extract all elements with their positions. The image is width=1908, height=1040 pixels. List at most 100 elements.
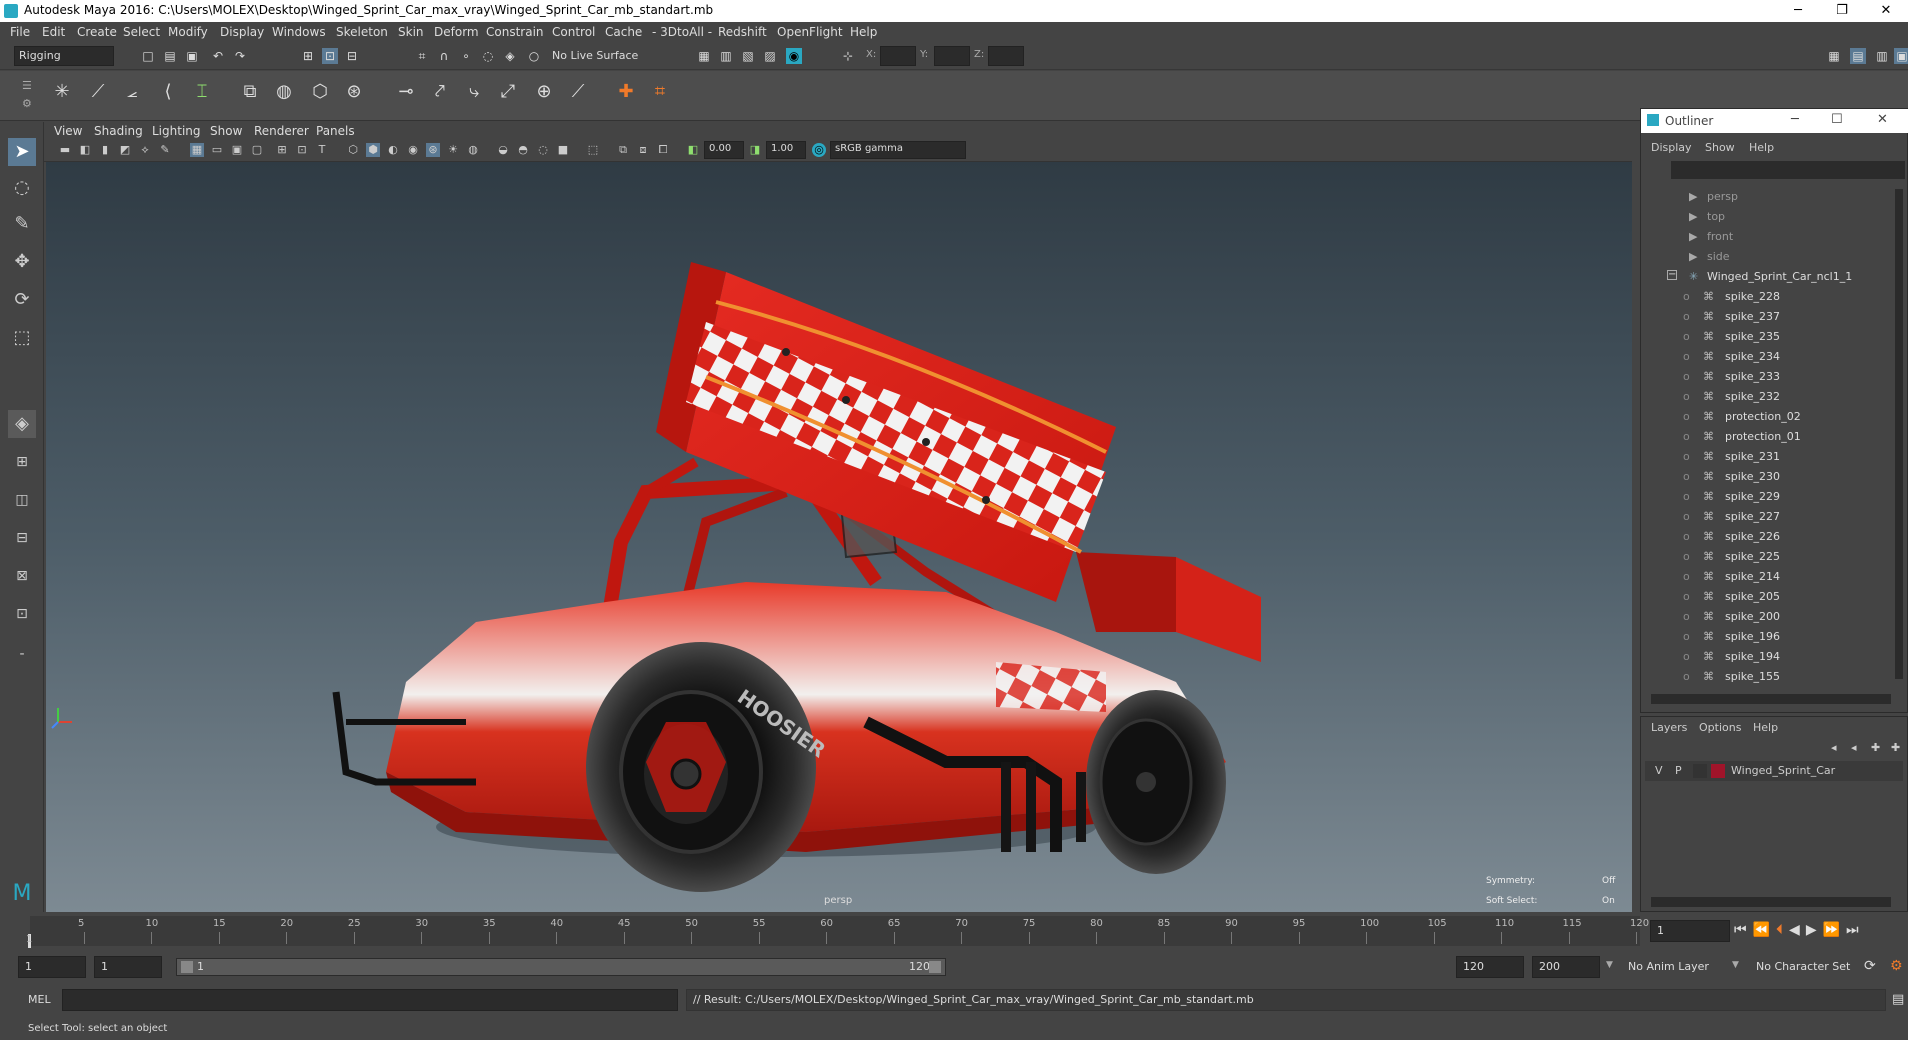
exposure-icon[interactable]: ◧ <box>686 143 700 157</box>
step-back-icon[interactable]: ⏪ <box>1753 922 1776 938</box>
outliner-item[interactable]: o ⌘ spike_230 <box>1641 467 1891 487</box>
shadows-icon[interactable]: ☀ <box>446 143 460 157</box>
select-object-icon[interactable]: ⊡ <box>322 48 338 64</box>
point-constraint-icon[interactable]: ⊸ <box>392 78 420 106</box>
grease-pencil-icon[interactable]: ✎ <box>158 143 172 157</box>
vp-menu-view[interactable]: View <box>54 124 82 138</box>
menu-deform[interactable]: Deform <box>434 25 479 39</box>
shelf-settings-icon[interactable]: ⚙ <box>22 97 32 110</box>
outliner-scrollbar[interactable] <box>1895 189 1903 679</box>
xray-active-icon[interactable]: ⧈ <box>636 143 650 157</box>
outliner-item[interactable]: o ⌘ spike_231 <box>1641 447 1891 467</box>
outliner-item[interactable]: o ⌘ spike_225 <box>1641 547 1891 567</box>
parent-constraint-icon[interactable]: ⊕ <box>530 78 558 106</box>
layer-type-toggle[interactable] <box>1693 764 1707 778</box>
z-field[interactable] <box>988 46 1024 66</box>
x-field[interactable] <box>880 46 916 66</box>
xray-icon[interactable]: ■ <box>556 143 570 157</box>
go-to-end-icon[interactable]: ⏭ <box>1846 922 1865 938</box>
outliner-item[interactable]: o ⌘ spike_233 <box>1641 367 1891 387</box>
menu-create[interactable]: Create <box>77 25 117 39</box>
select-hierarchy-icon[interactable]: ⊞ <box>300 48 316 64</box>
more-layouts-icon[interactable]: - <box>8 640 36 668</box>
ipr-render-icon[interactable]: ▥ <box>718 48 734 64</box>
twod-pan-icon[interactable]: ⟡ <box>138 143 152 157</box>
outliner-item[interactable]: o ⌘ spike_214 <box>1641 567 1891 587</box>
backface-icon[interactable]: ⧠ <box>656 143 670 157</box>
mode-dropdown[interactable]: Rigging <box>14 46 114 66</box>
outliner-menu-help[interactable]: Help <box>1749 141 1774 154</box>
range-slider[interactable]: 1 120 <box>176 958 946 976</box>
vp-menu-shading[interactable]: Shading <box>94 124 143 138</box>
paint-weights-icon[interactable]: ◍ <box>270 78 298 106</box>
playback-end-field[interactable]: 120 <box>1456 956 1524 978</box>
collapse-toggle-icon[interactable]: − <box>1667 270 1677 280</box>
new-layer-icon[interactable]: ✚ <box>1871 741 1880 754</box>
menu-modify[interactable]: Modify <box>168 25 208 39</box>
menu-skeleton[interactable]: Skeleton <box>336 25 388 39</box>
play-back-icon[interactable]: ◀ <box>1789 922 1806 938</box>
menu-file[interactable]: File <box>10 25 30 39</box>
vp-menu-lighting[interactable]: Lighting <box>152 124 201 138</box>
ik-fk-icon[interactable]: ⌗ <box>646 78 674 106</box>
tool-settings-icon[interactable]: ▥ <box>1874 48 1890 64</box>
layers-menu-layers[interactable]: Layers <box>1651 721 1687 734</box>
outliner-item[interactable]: o ⌘ spike_237 <box>1641 307 1891 327</box>
script-editor-icon[interactable]: ▤ <box>1892 992 1904 1007</box>
layer-row[interactable]: V P Winged_Sprint_Car <box>1645 761 1903 781</box>
menu-constrain[interactable]: Constrain <box>486 25 544 39</box>
select-tool-icon[interactable]: ➤ <box>8 138 36 166</box>
playback-start-field[interactable]: 1 <box>94 956 162 978</box>
wireframe-on-shaded-icon[interactable]: ◐ <box>386 143 400 157</box>
layer-playback-toggle[interactable]: P <box>1675 764 1682 777</box>
wireframe-icon[interactable]: ⬡ <box>346 143 360 157</box>
grid-icon[interactable]: ▦ <box>190 143 204 157</box>
render-frame-icon[interactable]: ▦ <box>696 48 712 64</box>
menu-openflight[interactable]: OpenFlight <box>777 25 843 39</box>
go-to-start-icon[interactable]: ⏮ <box>1734 922 1753 938</box>
screen-ao-icon[interactable]: ◍ <box>466 143 480 157</box>
attribute-editor-icon[interactable]: ▤ <box>1850 48 1866 64</box>
undo-icon[interactable]: ↶ <box>210 48 226 64</box>
layers-hscrollbar[interactable] <box>1651 897 1891 907</box>
outliner-persp-icon[interactable]: ⊟ <box>8 524 36 552</box>
y-field[interactable] <box>934 46 970 66</box>
lattice-icon[interactable]: ⬡ <box>306 78 334 106</box>
outliner-item[interactable]: o ⌘ protection_01 <box>1641 427 1891 447</box>
menu-edit[interactable]: Edit <box>42 25 65 39</box>
move-tool-icon[interactable]: ✥ <box>8 248 36 276</box>
vp-menu-panels[interactable]: Panels <box>316 124 355 138</box>
ik-handle-icon[interactable]: ⟋ <box>84 78 112 106</box>
camera-attr-icon[interactable]: ◧ <box>78 143 92 157</box>
snap-point-icon[interactable]: ∘ <box>458 48 474 64</box>
menu-skin[interactable]: Skin <box>398 25 424 39</box>
modeling-toolkit-icon[interactable]: ▦ <box>1826 48 1842 64</box>
anim-layer-label[interactable]: No Anim Layer <box>1628 960 1709 973</box>
lasso-tool-icon[interactable]: ◌ <box>8 174 36 202</box>
redo-icon[interactable]: ↷ <box>232 48 248 64</box>
channel-box-icon[interactable]: ▣ <box>1894 48 1908 64</box>
four-view-icon[interactable]: ⊞ <box>8 448 36 476</box>
gamma-icon[interactable]: ◨ <box>748 143 762 157</box>
safe-title-icon[interactable]: T <box>315 143 329 157</box>
redshift-render-icon[interactable]: ◉ <box>786 48 802 64</box>
field-chart-icon[interactable]: ⊞ <box>275 143 289 157</box>
animation-end-field[interactable]: 200 <box>1532 956 1600 978</box>
outliner-menu-show[interactable]: Show <box>1705 141 1735 154</box>
aim-constraint-icon[interactable]: ⤤ <box>426 78 454 106</box>
outliner-item[interactable]: o ⌘ protection_02 <box>1641 407 1891 427</box>
script-language-toggle[interactable]: MEL <box>28 993 51 1006</box>
outliner-maximize-button[interactable]: ☐ <box>1831 112 1843 127</box>
step-back-key-icon[interactable]: ⏴ <box>1776 922 1789 938</box>
outliner-minimize-button[interactable]: ─ <box>1791 112 1799 127</box>
move-layer-up-icon[interactable]: ◂ <box>1831 741 1837 754</box>
outliner-item[interactable]: o ⌘ spike_235 <box>1641 327 1891 347</box>
hypershade-persp-icon[interactable]: ⊡ <box>8 600 36 628</box>
menu-windows[interactable]: Windows <box>272 25 326 39</box>
menu-display[interactable]: Display <box>220 25 264 39</box>
graph-persp-icon[interactable]: ⊠ <box>8 562 36 590</box>
bind-skin-icon[interactable]: ⧉ <box>236 78 264 106</box>
outliner-item[interactable]: o ⌘ spike_228 <box>1641 287 1891 307</box>
gamma-field[interactable]: 1.00 <box>766 141 806 159</box>
image-plane-icon[interactable]: ◩ <box>118 143 132 157</box>
